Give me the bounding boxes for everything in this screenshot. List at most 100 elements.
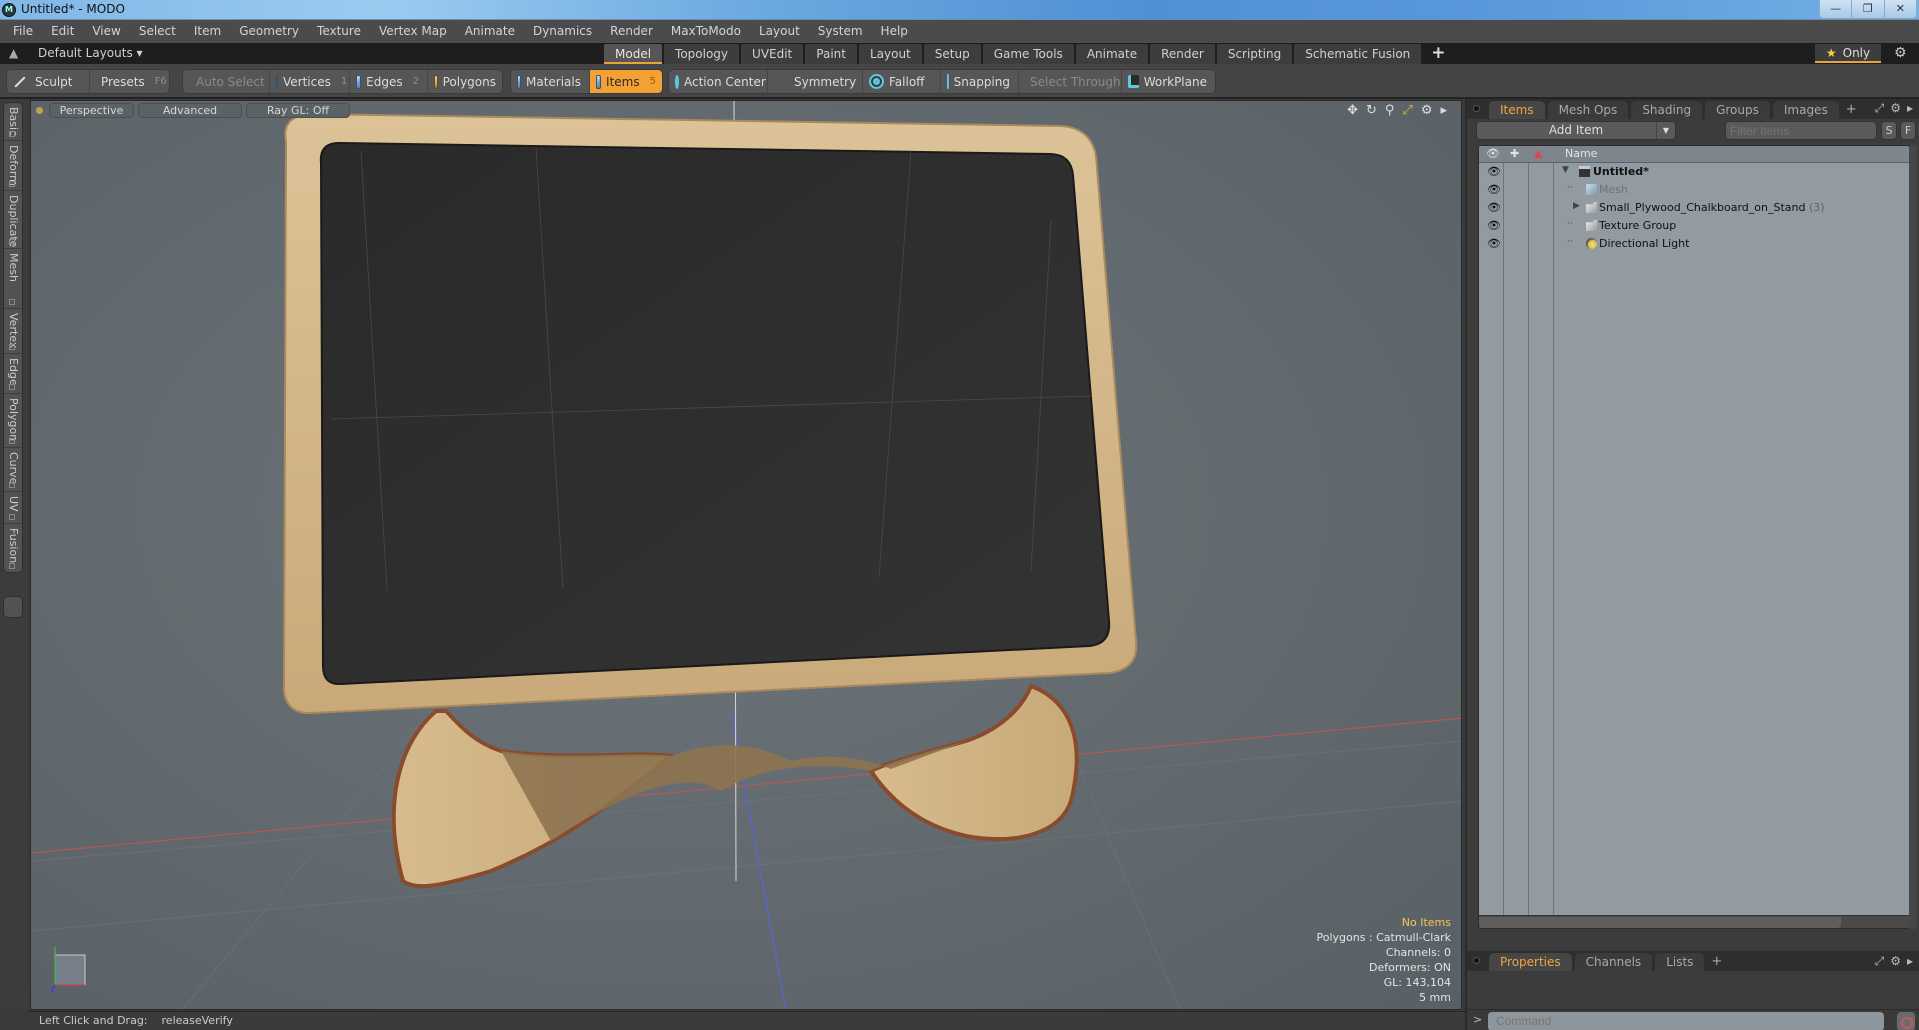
vertices-button[interactable]: Vertices 1	[269, 70, 349, 93]
tab-game-tools[interactable]: Game Tools	[982, 44, 1074, 64]
tab-render[interactable]: Render	[1150, 44, 1215, 64]
view-type-dropdown[interactable]: Perspective	[49, 102, 134, 118]
viewport-gear-icon[interactable]: ⚙	[1421, 103, 1433, 118]
expand-icon[interactable]: ⤢	[1875, 101, 1885, 116]
tab-items[interactable]: Items	[1489, 101, 1545, 119]
tab-animate[interactable]: Animate	[1075, 44, 1149, 64]
tab-topology[interactable]: Topology	[664, 44, 740, 64]
3d-viewport[interactable]: Perspective Advanced Ray GL: Off ✥ ↻ ⚲ ⤢…	[30, 100, 1462, 1010]
menu-animate[interactable]: Animate	[456, 20, 524, 43]
edges-button[interactable]: Edges 2	[349, 70, 427, 93]
arrow-up-icon[interactable]: ▲	[9, 46, 18, 60]
vertical-scrollbar[interactable]	[1909, 145, 1917, 929]
scrollbar-thumb[interactable]	[1479, 917, 1841, 928]
tool-tab-curve[interactable]: Curve	[4, 448, 22, 492]
tool-tab-extra[interactable]	[3, 596, 23, 618]
menu-texture[interactable]: Texture	[308, 20, 370, 43]
raygl-toggle[interactable]: Ray GL: Off	[246, 102, 350, 118]
auto-select-button[interactable]: Auto Select	[183, 70, 269, 93]
tab-scripting[interactable]: Scripting	[1216, 44, 1293, 64]
name-column-header[interactable]: Name	[1565, 147, 1597, 160]
tool-tab-mesh-edit[interactable]: Mesh Edit	[0, 249, 22, 309]
shading-dropdown[interactable]: Advanced	[138, 102, 242, 118]
tab-model[interactable]: Model	[604, 44, 663, 64]
workplane-button[interactable]: WorkPlane	[1121, 70, 1215, 93]
viewport-options-dot[interactable]	[36, 106, 43, 114]
tool-tab-basic[interactable]: Basic	[4, 103, 22, 141]
menu-file[interactable]: File	[4, 20, 42, 43]
menu-vertex-map[interactable]: Vertex Map	[370, 20, 456, 43]
select-through-button[interactable]: Select Through	[1018, 70, 1121, 93]
s-button[interactable]: S	[1881, 121, 1897, 140]
tab-lists[interactable]: Lists	[1655, 953, 1705, 971]
add-properties-tab-button[interactable]: +	[1707, 953, 1726, 971]
polygons-button[interactable]: Polygons	[427, 70, 502, 93]
panel-options-dot[interactable]	[1473, 105, 1480, 112]
add-panel-tab-button[interactable]: +	[1842, 101, 1861, 119]
tab-layout[interactable]: Layout	[858, 44, 922, 64]
items-button[interactable]: Items 5	[589, 70, 662, 93]
minimize-button[interactable]: —	[1820, 0, 1851, 18]
menu-view[interactable]: View	[83, 20, 129, 43]
command-input[interactable]	[1488, 1012, 1884, 1030]
tool-tab-duplicate[interactable]: Duplicate	[4, 191, 22, 249]
panel-arrow-icon[interactable]: ▸	[1907, 954, 1913, 969]
record-macro-button[interactable]	[1897, 1012, 1915, 1030]
tab-setup[interactable]: Setup	[923, 44, 981, 64]
add-layout-tab-button[interactable]: +	[1423, 44, 1453, 64]
menu-item[interactable]: Item	[185, 20, 230, 43]
tab-shading[interactable]: Shading	[1631, 101, 1703, 119]
gear-icon[interactable]: ⚙	[1894, 45, 1907, 61]
action-center-button[interactable]: Action Center	[669, 70, 767, 93]
pan-icon[interactable]: ✥	[1347, 103, 1358, 118]
eye-icon[interactable]: 👁	[1487, 183, 1501, 196]
close-button[interactable]: ✕	[1883, 0, 1916, 18]
expand-triangle-icon[interactable]: ▼	[1562, 165, 1569, 175]
add-item-button[interactable]: Add Item ▼	[1476, 121, 1676, 140]
menu-geometry[interactable]: Geometry	[230, 20, 308, 43]
panel-arrow-icon[interactable]: ▸	[1907, 101, 1913, 116]
rotate-icon[interactable]: ↻	[1366, 103, 1377, 118]
presets-button[interactable]: Presets F6	[89, 70, 169, 93]
restore-button[interactable]: ❐	[1851, 0, 1883, 18]
horizontal-scrollbar[interactable]	[1479, 915, 1909, 928]
tool-tab-uv[interactable]: UV	[4, 492, 22, 524]
eye-header-icon[interactable]: 👁	[1486, 147, 1500, 160]
tab-schematic-fusion[interactable]: Schematic Fusion	[1294, 44, 1422, 64]
panel-options-dot[interactable]	[1473, 957, 1480, 964]
menu-help[interactable]: Help	[872, 20, 917, 43]
panel-gear-icon[interactable]: ⚙	[1890, 101, 1901, 116]
item-row-texture-group[interactable]: 👁 ·· Texture Group	[1479, 217, 1909, 235]
f-button[interactable]: F	[1900, 121, 1916, 140]
tab-images[interactable]: Images	[1772, 101, 1839, 119]
menu-dynamics[interactable]: Dynamics	[524, 20, 601, 43]
symmetry-button[interactable]: Symmetry	[767, 70, 862, 93]
tool-tab-vertex[interactable]: Vertex	[4, 309, 22, 354]
lock-header-icon[interactable]: ✚	[1510, 147, 1519, 160]
panel-gear-icon[interactable]: ⚙	[1890, 954, 1901, 969]
menu-maxtomodo[interactable]: MaxToModo	[662, 20, 750, 43]
tool-tab-deform[interactable]: Deform	[4, 141, 22, 191]
menu-system[interactable]: System	[809, 20, 872, 43]
eye-icon[interactable]: 👁	[1487, 165, 1501, 178]
tab-mesh-ops[interactable]: Mesh Ops	[1547, 101, 1629, 119]
sculpt-button[interactable]: Sculpt	[7, 70, 89, 93]
tab-channels[interactable]: Channels	[1574, 953, 1653, 971]
eye-icon[interactable]: 👁	[1487, 201, 1501, 214]
filter-items-input[interactable]	[1725, 121, 1877, 140]
eye-icon[interactable]: 👁	[1487, 237, 1501, 250]
tab-paint[interactable]: Paint	[805, 44, 857, 64]
menu-edit[interactable]: Edit	[42, 20, 83, 43]
tool-tab-polygon[interactable]: Polygon	[4, 394, 22, 448]
expand-icon[interactable]: ⤢	[1875, 954, 1885, 969]
tab-uvedit[interactable]: UVEdit	[741, 44, 804, 64]
tool-tab-fusion[interactable]: Fusion	[4, 524, 22, 572]
materials-button[interactable]: Materials	[511, 70, 589, 93]
snapping-button[interactable]: Snapping	[940, 70, 1018, 93]
only-button[interactable]: ★ Only	[1815, 44, 1881, 63]
expand-triangle-icon[interactable]: ▶	[1573, 201, 1580, 211]
zoom-icon[interactable]: ⚲	[1385, 103, 1395, 118]
item-row-untitled[interactable]: 👁 ▼ Untitled*	[1479, 163, 1909, 181]
maximize-icon[interactable]: ⤢	[1402, 103, 1412, 118]
tab-properties[interactable]: Properties	[1489, 953, 1572, 971]
